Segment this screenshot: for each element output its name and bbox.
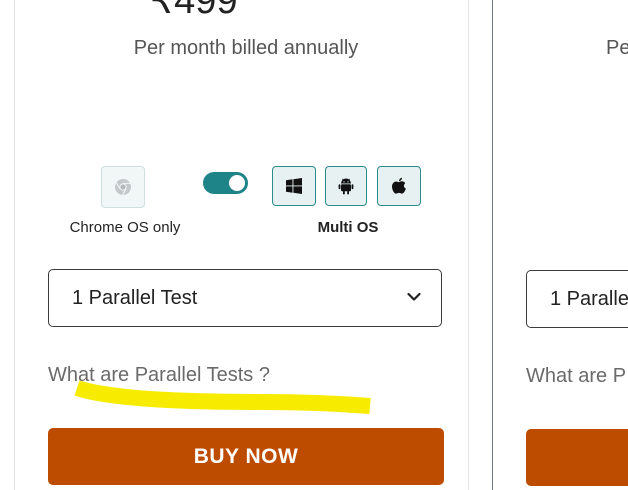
toggle-knob: [229, 175, 245, 191]
chrome-icon: [115, 179, 131, 196]
billing-period: Per month billed annually: [133, 37, 359, 59]
multi-os-label: Multi OS: [317, 219, 379, 236]
windows-icon: [286, 178, 302, 194]
buy-now-button[interactable]: BUY NOW: [48, 428, 444, 485]
apple-option[interactable]: [377, 166, 421, 206]
next-card-billing: Pe: [606, 37, 628, 59]
parallel-test-select[interactable]: 1 Parallel Test: [48, 269, 442, 327]
apple-icon: [392, 177, 406, 194]
parallel-tests-link[interactable]: What are Parallel Tests ?: [48, 364, 270, 387]
next-card-border: [492, 0, 493, 490]
plan-price: ₹499: [150, 0, 238, 22]
card-border: [468, 0, 469, 490]
next-card-buy-button[interactable]: [526, 429, 628, 486]
os-toggle[interactable]: [203, 172, 248, 194]
next-card-parallel-link[interactable]: What are P: [526, 365, 626, 388]
android-icon: [338, 178, 354, 194]
chevron-down-icon: [407, 292, 421, 301]
parallel-test-value: 1 Parallel Test: [72, 287, 198, 309]
next-card-parallel-select[interactable]: 1 Paralle: [526, 270, 628, 328]
chrome-os-option[interactable]: [101, 166, 145, 208]
android-option[interactable]: [325, 166, 367, 206]
card-border: [14, 0, 15, 490]
next-card-parallel-value: 1 Paralle: [550, 288, 628, 310]
windows-option[interactable]: [272, 166, 316, 206]
chrome-os-label: Chrome OS only: [69, 219, 181, 236]
